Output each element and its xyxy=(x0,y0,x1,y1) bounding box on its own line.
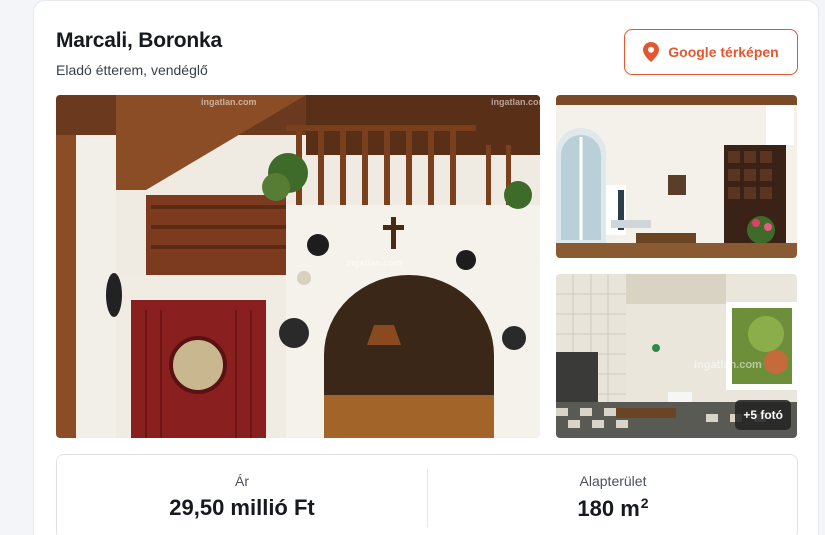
thumbnail-photo[interactable]: ingatlan.com +5 fotó xyxy=(556,274,797,438)
listing-title: Marcali, Boronka xyxy=(56,29,223,52)
watermark-text: ingatlan.com xyxy=(491,97,540,107)
listing-card: Marcali, Boronka Eladó étterem, vendéglő… xyxy=(33,0,819,535)
price-label: Ár xyxy=(235,473,249,489)
area-value: 180 m xyxy=(577,496,640,521)
area-unit-superscript: 2 xyxy=(640,495,649,511)
price-value: 29,50 millió Ft xyxy=(169,495,315,520)
listing-subtitle: Eladó étterem, vendéglő xyxy=(56,62,208,78)
thumbnail-photo-image xyxy=(556,95,797,258)
main-photo[interactable]: ingatlan.com ingatlan.com ingatlan.com xyxy=(56,95,540,438)
watermark-text: ingatlan.com xyxy=(346,258,402,268)
google-map-button[interactable]: Google térképen xyxy=(624,29,798,75)
watermark-text: ingatlan.com xyxy=(201,97,257,107)
watermark-text: ingatlan.com xyxy=(694,359,762,371)
google-map-button-label: Google térképen xyxy=(668,44,779,60)
location-pin-icon xyxy=(643,42,660,62)
more-photos-badge[interactable]: +5 fotó xyxy=(735,400,791,430)
area-value-wrap: 180 m2 xyxy=(428,495,798,522)
area-stat: Alapterület 180 m2 xyxy=(428,455,798,522)
area-label: Alapterület xyxy=(579,473,647,489)
price-stat: Ár 29,50 millió Ft xyxy=(57,455,427,521)
listing-stats: Ár 29,50 millió Ft Alapterület 180 m2 xyxy=(56,454,798,535)
main-photo-image xyxy=(56,95,540,438)
thumbnail-photo[interactable] xyxy=(556,95,797,258)
